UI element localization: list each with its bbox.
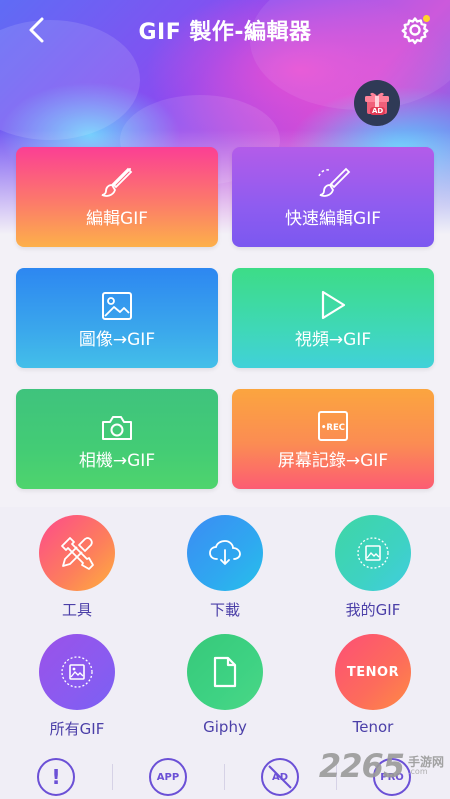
video-to-gif-card[interactable]: 視頻→GIF xyxy=(232,268,434,368)
exclamation-icon: ! xyxy=(51,765,61,789)
top-bar: GIF 製作-編輯器 xyxy=(0,0,450,60)
camera-to-gif-card[interactable]: 相機→GIF xyxy=(16,389,218,489)
notification-dot xyxy=(423,15,430,22)
card-label: 視頻→GIF xyxy=(294,329,372,350)
tool-label: 所有GIF xyxy=(49,720,105,738)
document-icon xyxy=(213,656,237,688)
back-button[interactable] xyxy=(20,14,52,46)
tool-label: Tenor xyxy=(352,718,394,736)
camera-icon xyxy=(102,415,132,440)
image-folder-icon xyxy=(357,537,389,569)
card-label: 圖像→GIF xyxy=(78,329,156,350)
nav-divider xyxy=(112,764,113,790)
ad-gift-button[interactable]: AD xyxy=(354,80,400,126)
fast-edit-gif-card[interactable]: 快速編輯GIF xyxy=(232,147,434,247)
wrench-screwdriver-icon xyxy=(61,537,94,570)
card-label: 編輯GIF xyxy=(86,208,148,229)
card-label: 快速編輯GIF xyxy=(285,208,381,229)
app-icon-label: APP xyxy=(156,771,180,783)
tenor-button[interactable]: TENOR Tenor xyxy=(313,634,433,736)
my-gif-button[interactable]: 我的GIF xyxy=(313,515,433,620)
chevron-left-icon xyxy=(29,17,44,43)
tool-label: 工具 xyxy=(61,601,92,619)
giphy-button[interactable]: Giphy xyxy=(165,634,285,736)
site-watermark: 2265 手游网 .com xyxy=(319,746,444,786)
tool-label: Giphy xyxy=(203,718,247,736)
rec-icon: •REC xyxy=(318,410,348,441)
tenor-logo: TENOR xyxy=(346,664,400,680)
all-gif-circle xyxy=(39,634,115,710)
settings-button[interactable] xyxy=(398,13,432,47)
gallery-icon xyxy=(61,656,93,688)
brush-icon xyxy=(101,167,133,197)
ad-badge: AD xyxy=(370,107,386,115)
download-circle xyxy=(187,515,263,591)
edit-gif-card[interactable]: 編輯GIF xyxy=(16,147,218,247)
download-button[interactable]: 下載 xyxy=(165,515,285,620)
tools-circle xyxy=(39,515,115,591)
nav-divider xyxy=(224,764,225,790)
tools-button[interactable]: 工具 xyxy=(17,515,137,620)
info-button[interactable]: ! xyxy=(37,758,75,796)
watermark-url: .com xyxy=(407,767,428,777)
screen-record-to-gif-card[interactable]: •REC 屏幕記錄→GIF xyxy=(232,389,434,489)
my-gif-circle xyxy=(335,515,411,591)
rec-icon-text: •REC xyxy=(321,423,345,433)
all-gif-button[interactable]: 所有GIF xyxy=(17,634,137,739)
card-label: 相機→GIF xyxy=(78,450,156,471)
prohibited-icon xyxy=(268,765,292,789)
tenor-circle: TENOR xyxy=(335,634,411,710)
more-apps-button[interactable]: APP xyxy=(149,758,187,796)
tool-label: 我的GIF xyxy=(345,601,401,619)
card-label: 屏幕記錄→GIF xyxy=(277,450,389,471)
fast-brush-icon xyxy=(318,167,351,197)
tool-label: 下載 xyxy=(209,601,240,619)
cloud-download-icon xyxy=(209,540,241,565)
play-icon xyxy=(321,290,346,319)
giphy-circle xyxy=(187,634,263,710)
watermark-number: 2265 xyxy=(318,747,405,785)
remove-ads-button[interactable]: AD xyxy=(261,758,299,796)
page-title: GIF 製作-編輯器 xyxy=(138,20,312,45)
image-icon xyxy=(102,291,132,320)
image-to-gif-card[interactable]: 圖像→GIF xyxy=(16,268,218,368)
